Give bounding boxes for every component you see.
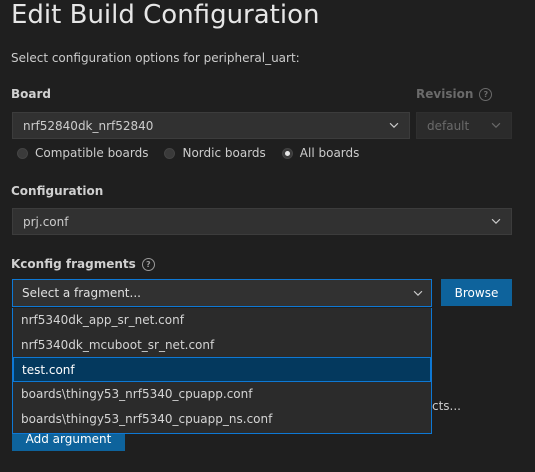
radio-all-boards[interactable]: All boards — [281, 146, 360, 160]
board-select-value: nrf52840dk_nrf52840 — [23, 118, 154, 133]
help-icon[interactable]: ? — [141, 257, 155, 271]
dropdown-item[interactable]: nrf5340dk_mcuboot_sr_net.conf — [13, 333, 431, 358]
radio-checked-icon — [281, 147, 293, 159]
chevron-down-icon — [491, 218, 501, 225]
kconfig-fragment-placeholder: Select a fragment... — [22, 286, 141, 300]
board-filter-group: Compatible boards Nordic boards All boar… — [17, 146, 359, 160]
revision-select[interactable]: default — [416, 112, 512, 139]
radio-label: All boards — [299, 146, 360, 160]
help-icon[interactable]: ? — [479, 87, 493, 101]
kconfig-fragment-select[interactable]: Select a fragment... — [12, 279, 432, 307]
chevron-down-icon — [389, 122, 399, 129]
board-label-text: Board — [11, 87, 51, 101]
edit-build-configuration-page: Edit Build Configuration Select configur… — [0, 0, 535, 472]
radio-nordic-boards[interactable]: Nordic boards — [164, 146, 266, 160]
obscured-text: cts... — [432, 399, 461, 413]
page-description: Select configuration options for periphe… — [11, 51, 300, 65]
board-label: Board — [11, 87, 51, 101]
configuration-label: Configuration — [11, 184, 103, 198]
kconfig-label-text: Kconfig fragments — [11, 257, 136, 271]
chevron-down-icon — [491, 122, 501, 129]
radio-unchecked-icon — [164, 147, 176, 159]
dropdown-item[interactable]: boards\thingy53_nrf5340_cpuapp.conf — [13, 382, 431, 407]
revision-label-text: Revision — [416, 87, 474, 101]
revision-label: Revision ? — [416, 87, 493, 101]
browse-button[interactable]: Browse — [441, 279, 512, 306]
dropdown-item-highlighted[interactable]: test.conf — [13, 357, 431, 383]
board-select[interactable]: nrf52840dk_nrf52840 — [12, 112, 410, 139]
dropdown-item[interactable]: nrf5340dk_app_sr_net.conf — [13, 308, 431, 333]
radio-compatible-boards[interactable]: Compatible boards — [17, 146, 148, 160]
kconfig-label: Kconfig fragments ? — [11, 257, 155, 271]
dropdown-item[interactable]: boards\thingy53_nrf5340_cpuapp_ns.conf — [13, 407, 431, 432]
kconfig-fragment-dropdown: nrf5340dk_app_sr_net.conf nrf5340dk_mcub… — [12, 308, 432, 434]
radio-unchecked-icon — [17, 147, 28, 159]
radio-label: Compatible boards — [35, 146, 149, 160]
revision-select-value: default — [427, 118, 470, 133]
configuration-select[interactable]: prj.conf — [12, 208, 512, 235]
configuration-select-value: prj.conf — [23, 214, 69, 229]
page-title: Edit Build Configuration — [11, 0, 320, 30]
radio-label: Nordic boards — [182, 146, 266, 160]
chevron-down-icon — [413, 290, 423, 297]
configuration-label-text: Configuration — [11, 184, 104, 198]
